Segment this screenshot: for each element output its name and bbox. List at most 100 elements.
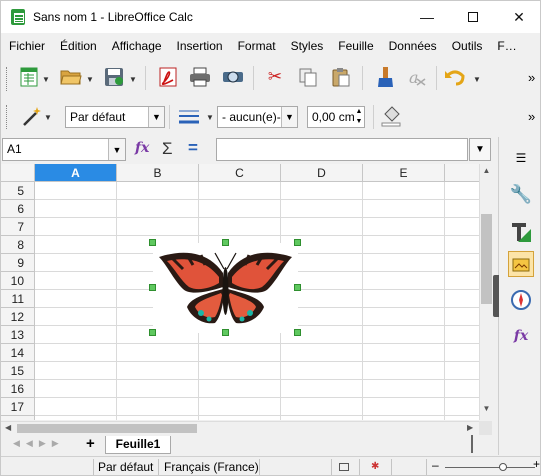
- spin-arrows-icon[interactable]: ▲ ▼: [354, 107, 364, 127]
- resize-handle-e[interactable]: [294, 284, 301, 291]
- resize-handle-n[interactable]: [222, 239, 229, 246]
- butterfly-image[interactable]: [149, 239, 301, 336]
- scrollbar-thumb[interactable]: [481, 214, 492, 304]
- sheet-tab-feuille1[interactable]: Feuille1: [105, 436, 171, 454]
- toolbar2-overflow-icon[interactable]: »: [528, 109, 535, 124]
- styles-icon[interactable]: [508, 219, 534, 245]
- new-spreadsheet-icon[interactable]: [17, 65, 41, 89]
- row-header[interactable]: 9: [1, 254, 35, 272]
- add-sheet-button[interactable]: +: [86, 435, 95, 452]
- new-dropdown-icon[interactable]: ▼: [42, 75, 50, 84]
- spreadsheet-grid[interactable]: A B C D E 5 6 7 8 9 10 11 12 13 14 15 16…: [1, 164, 492, 420]
- toolbar-grip[interactable]: [6, 67, 9, 91]
- column-header-e[interactable]: E: [363, 164, 445, 182]
- sidebar-collapse-handle[interactable]: [493, 275, 499, 317]
- sum-icon[interactable]: Σ: [162, 139, 173, 159]
- line-width-spinbox[interactable]: 0,00 cm ▲ ▼: [307, 106, 365, 128]
- paragraph-style-combo[interactable]: Par défaut ▼: [65, 106, 165, 128]
- undo-dropdown-icon[interactable]: ▼: [473, 75, 481, 84]
- document-modified-icon[interactable]: ✱: [371, 461, 379, 472]
- toolbar1-overflow-icon[interactable]: »: [528, 70, 535, 85]
- row-header[interactable]: 11: [1, 290, 35, 308]
- vertical-scrollbar[interactable]: ▲ ▼: [479, 164, 492, 420]
- paste-icon[interactable]: [329, 65, 353, 89]
- chevron-down-icon[interactable]: ▼: [148, 107, 164, 127]
- menu-styles[interactable]: Styles: [283, 39, 331, 53]
- column-header-a[interactable]: A: [35, 164, 117, 182]
- border-style-icon[interactable]: [177, 104, 201, 128]
- menu-format[interactable]: Format: [230, 39, 283, 53]
- navigator-compass-icon[interactable]: [508, 287, 534, 313]
- chevron-down-icon[interactable]: ▼: [108, 139, 125, 160]
- column-header-partial[interactable]: [445, 164, 479, 182]
- scroll-down-icon[interactable]: ▼: [481, 404, 492, 415]
- row-header[interactable]: 10: [1, 272, 35, 290]
- row-header[interactable]: 8: [1, 236, 35, 254]
- row-header[interactable]: 15: [1, 362, 35, 380]
- row-header[interactable]: 5: [1, 182, 35, 200]
- gallery-icon[interactable]: [508, 251, 534, 277]
- language-status[interactable]: Français (France): [164, 460, 259, 474]
- undo-icon[interactable]: [443, 65, 467, 89]
- toolbar-grip[interactable]: [6, 105, 9, 129]
- zoom-out-button[interactable]: –: [432, 458, 439, 472]
- row-header[interactable]: 14: [1, 344, 35, 362]
- formula-icon[interactable]: =: [188, 138, 198, 158]
- print-preview-icon[interactable]: [221, 65, 245, 89]
- zoom-slider-thumb[interactable]: [499, 463, 507, 471]
- zoom-slider[interactable]: [445, 467, 535, 468]
- row-header[interactable]: 18: [1, 416, 35, 420]
- row-header[interactable]: 7: [1, 218, 35, 236]
- expand-formula-icon[interactable]: ▼: [469, 138, 491, 161]
- name-box[interactable]: A1 ▼: [2, 138, 126, 161]
- column-header-d[interactable]: D: [281, 164, 363, 182]
- menu-feuille[interactable]: Feuille: [330, 39, 380, 53]
- column-header-b[interactable]: B: [117, 164, 199, 182]
- selection-mode-icon[interactable]: [339, 463, 349, 471]
- menu-outils[interactable]: Outils: [444, 39, 490, 53]
- open-folder-icon[interactable]: [59, 65, 83, 89]
- menu-more[interactable]: F…: [489, 39, 523, 53]
- minimize-button[interactable]: —: [404, 1, 450, 33]
- tab-splitter[interactable]: [471, 435, 475, 453]
- export-pdf-icon[interactable]: [156, 65, 180, 89]
- resize-handle-nw[interactable]: [149, 239, 156, 246]
- sidebar-menu-icon[interactable]: ☰: [508, 145, 534, 171]
- menu-insertion[interactable]: Insertion: [169, 39, 230, 53]
- column-header-c[interactable]: C: [199, 164, 281, 182]
- clone-formatting-icon[interactable]: [373, 65, 397, 89]
- zoom-in-button[interactable]: +: [533, 457, 540, 471]
- input-line[interactable]: [216, 138, 468, 161]
- sheet-nav-arrows-icon[interactable]: ◀◀▶▶: [13, 438, 65, 449]
- styles-wand-icon[interactable]: [19, 104, 43, 128]
- line-color-bucket-icon[interactable]: [379, 104, 403, 128]
- scroll-up-icon[interactable]: ▲: [481, 166, 492, 177]
- row-header[interactable]: 13: [1, 326, 35, 344]
- menu-affichage[interactable]: Affichage: [104, 39, 169, 53]
- close-button[interactable]: ✕: [496, 1, 540, 33]
- scroll-right-icon[interactable]: ▶: [467, 423, 473, 432]
- scroll-left-icon[interactable]: ◀: [5, 423, 11, 432]
- h-scrollbar-thumb[interactable]: [17, 424, 197, 433]
- save-dropdown-icon[interactable]: ▼: [129, 75, 137, 84]
- chevron-down-icon[interactable]: ▼: [281, 107, 297, 127]
- resize-handle-s[interactable]: [222, 329, 229, 336]
- menu-edition[interactable]: Édition: [52, 39, 104, 53]
- menu-donnees[interactable]: Données: [381, 39, 444, 53]
- properties-wrench-icon[interactable]: 🔧: [508, 181, 534, 207]
- line-style-combo[interactable]: - aucun(e)- ▼: [217, 106, 298, 128]
- menu-fichier[interactable]: Fichier: [1, 39, 52, 53]
- resize-handle-ne[interactable]: [294, 239, 301, 246]
- copy-icon[interactable]: [296, 65, 320, 89]
- horizontal-scrollbar[interactable]: ◀ ▶: [1, 421, 479, 435]
- border-dropdown-icon[interactable]: ▼: [206, 113, 214, 122]
- resize-handle-w[interactable]: [149, 284, 156, 291]
- open-dropdown-icon[interactable]: ▼: [86, 75, 94, 84]
- select-all-corner[interactable]: [1, 164, 35, 182]
- resize-handle-se[interactable]: [294, 329, 301, 336]
- page-style-status[interactable]: Par défaut: [98, 460, 153, 474]
- save-icon[interactable]: [102, 65, 126, 89]
- row-header[interactable]: 16: [1, 380, 35, 398]
- maximize-button[interactable]: [450, 1, 496, 33]
- row-header[interactable]: 6: [1, 200, 35, 218]
